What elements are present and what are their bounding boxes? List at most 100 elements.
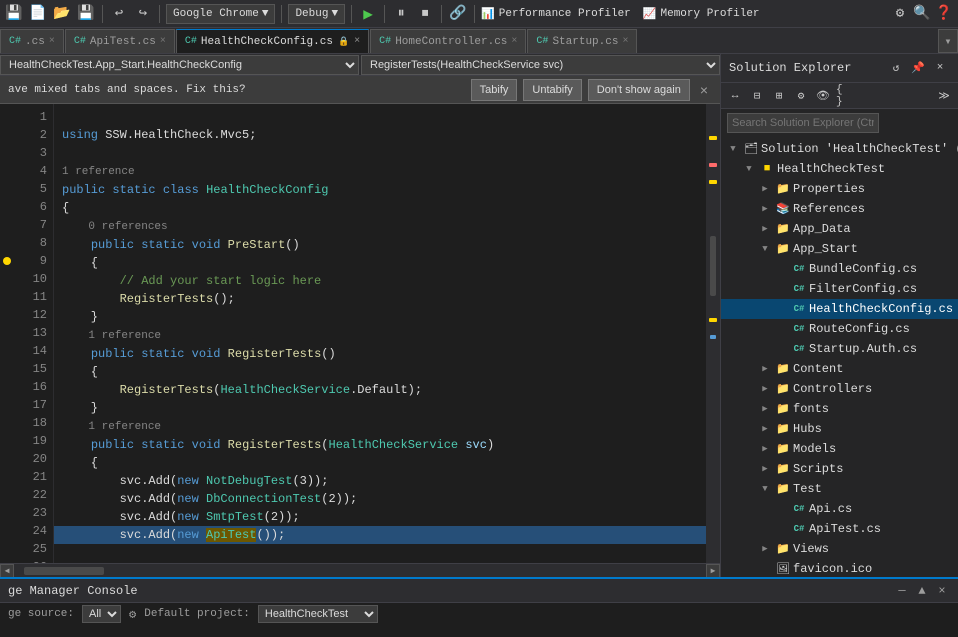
se-api-item[interactable]: C# Api.cs [721,499,958,519]
se-properties-item[interactable]: ▶ 📁 Properties [721,179,958,199]
tab-startup[interactable]: C# Startup.cs × [527,29,637,53]
se-appdata-item[interactable]: ▶ 📁 App_Data [721,219,958,239]
tab-hcc-close[interactable]: × [354,36,360,47]
se-controllers-item[interactable]: ▶ 📁 Controllers [721,379,958,399]
package-settings-btn[interactable]: ⚙ [129,607,136,622]
se-content-label: Content [793,362,843,376]
se-code-btn[interactable]: { } [835,86,855,106]
search-icon[interactable]: 🔍 [912,4,932,24]
se-project-item[interactable]: ▼ ■ HealthCheckTest [721,159,958,179]
save-icon[interactable]: 💾 [4,4,24,24]
se-preview-btn[interactable]: 👁 [813,86,833,106]
se-views-label: Views [793,542,829,556]
se-models-chevron: ▶ [757,444,773,454]
se-close-btn[interactable]: × [930,58,950,78]
browser-dropdown[interactable]: Google Chrome ▼ [166,4,275,24]
se-header: Solution Explorer ↺ 📌 × [721,54,958,83]
se-bundleconfig-chevron [773,264,789,274]
code-content[interactable]: using SSW.HealthCheck.Mvc5; 1 reference … [54,104,706,563]
h-scrollbar-thumb[interactable] [24,567,104,575]
tab-apitest-close[interactable]: × [160,36,166,47]
se-references-item[interactable]: ▶ 📚 References [721,199,958,219]
se-content-item[interactable]: ▶ 📁 Content [721,359,958,379]
se-collapse-btn[interactable]: ⊟ [747,86,767,106]
build-mode-chevron: ▼ [331,8,338,20]
play-button[interactable]: ▶ [358,4,378,24]
se-filter-btn[interactable]: ⊞ [769,86,789,106]
open-icon[interactable]: 📂 [52,4,72,24]
tab-homecontroller[interactable]: C# HomeController.cs × [370,29,526,53]
se-solution-item[interactable]: ▼ 🗂 Solution 'HealthCheckTest' (1 projec… [721,139,958,159]
warning-marker [709,136,717,140]
tab-cs[interactable]: C# .cs × [0,29,64,53]
se-appstart-item[interactable]: ▼ 📁 App_Start [721,239,958,259]
se-routeconfig-item[interactable]: C# RouteConfig.cs [721,319,958,339]
class-nav-dropdown[interactable]: HealthCheckTest.App_Start.HealthCheckCon… [0,55,359,75]
tab-overflow-btn[interactable]: ▾ [938,29,958,53]
browser-chevron: ▼ [262,8,269,20]
solution-explorer: Solution Explorer ↺ 📌 × ↔ ⊟ ⊞ ⚙ 👁 { } ≫ [720,54,958,577]
se-api-icon: C# [791,504,807,514]
se-toolbar: ↔ ⊟ ⊞ ⚙ 👁 { } ≫ [721,83,958,109]
dont-show-button[interactable]: Don't show again [588,79,690,101]
code-editor[interactable]: 1 2 3 4 5 6 7 8 9 10 11 12 13 14 15 16 1 [0,104,720,563]
se-search-input[interactable] [727,113,879,133]
bottom-minimize-btn[interactable]: ─ [894,583,910,599]
se-apitest-item[interactable]: C# ApiTest.cs [721,519,958,539]
scrollbar-thumb[interactable] [710,236,716,296]
se-models-item[interactable]: ▶ 📁 Models [721,439,958,459]
se-filterconfig-item[interactable]: C# FilterConfig.cs [721,279,958,299]
attach-icon[interactable]: 🔗 [448,4,468,24]
tab-startup-close[interactable]: × [622,36,628,47]
tab-apitest[interactable]: C# ApiTest.cs × [65,29,175,53]
new-icon[interactable]: 📄 [28,4,48,24]
se-views-item[interactable]: ▶ 📁 Views [721,539,958,559]
se-favicon-item[interactable]: 🖼 favicon.ico [721,559,958,577]
method-nav-dropdown[interactable]: RegisterTests(HealthCheckService svc) [361,55,720,75]
se-more-btn[interactable]: ≫ [934,86,954,106]
scroll-left-btn[interactable]: ◀ [0,564,14,578]
settings-icon[interactable]: ⚙ [890,4,910,24]
sep3 [281,5,282,23]
se-appdata-chevron: ▶ [757,224,773,234]
tab-cs-close[interactable]: × [49,36,55,47]
help-icon[interactable]: ❓ [934,4,954,24]
se-test-item[interactable]: ▼ 📁 Test [721,479,958,499]
se-sync-btn[interactable]: ↔ [725,86,745,106]
stop-icon[interactable]: ⏹ [415,4,435,24]
untabify-button[interactable]: Untabify [523,79,581,101]
scroll-right-btn[interactable]: ▶ [706,564,720,578]
package-source-select[interactable]: All [82,605,121,623]
se-fonts-chevron: ▶ [757,404,773,414]
build-mode-dropdown[interactable]: Debug ▼ [288,4,345,24]
perf-profiler-btn[interactable]: 📊 Performance Profiler [481,7,631,21]
undo-icon[interactable]: ↩ [109,4,129,24]
se-fonts-item[interactable]: ▶ 📁 fonts [721,399,958,419]
se-hubs-item[interactable]: ▶ 📁 Hubs [721,419,958,439]
se-startupauth-item[interactable]: C# Startup.Auth.cs [721,339,958,359]
se-content-chevron: ▶ [757,364,773,374]
bottom-close-btn[interactable]: × [934,583,950,599]
default-project-select[interactable]: HealthCheckTest [258,605,378,623]
se-views-icon: 📁 [775,542,791,556]
redo-icon[interactable]: ↪ [133,4,153,24]
se-refresh-btn[interactable]: ↺ [886,58,906,78]
se-scripts-item[interactable]: ▶ 📁 Scripts [721,459,958,479]
tab-hc-close[interactable]: × [511,36,517,47]
se-pin-btn[interactable]: 📌 [908,58,928,78]
warning-close-button[interactable]: × [696,82,712,98]
browser-label: Google Chrome [173,8,259,20]
bottom-maximize-btn[interactable]: ▲ [914,583,930,599]
pause-icon[interactable]: ⏸ [391,4,411,24]
nav-bar: HealthCheckTest.App_Start.HealthCheckCon… [0,54,720,76]
se-properties-btn[interactable]: ⚙ [791,86,811,106]
se-bundleconfig-item[interactable]: C# BundleConfig.cs [721,259,958,279]
left-margin [0,104,14,563]
tab-healthcheckconfig[interactable]: C# HealthCheckConfig.cs 🔒 × [176,29,369,53]
mem-profiler-btn[interactable]: 📈 Memory Profiler [643,7,760,21]
bottom-panel-title: ge Manager Console [8,584,890,598]
save-all-icon[interactable]: 💾 [76,4,96,24]
tabify-button[interactable]: Tabify [471,79,518,101]
h-scrollbar[interactable]: ◀ ▶ [0,563,720,577]
se-healthcheckconfig-item[interactable]: C# HealthCheckConfig.cs [721,299,958,319]
